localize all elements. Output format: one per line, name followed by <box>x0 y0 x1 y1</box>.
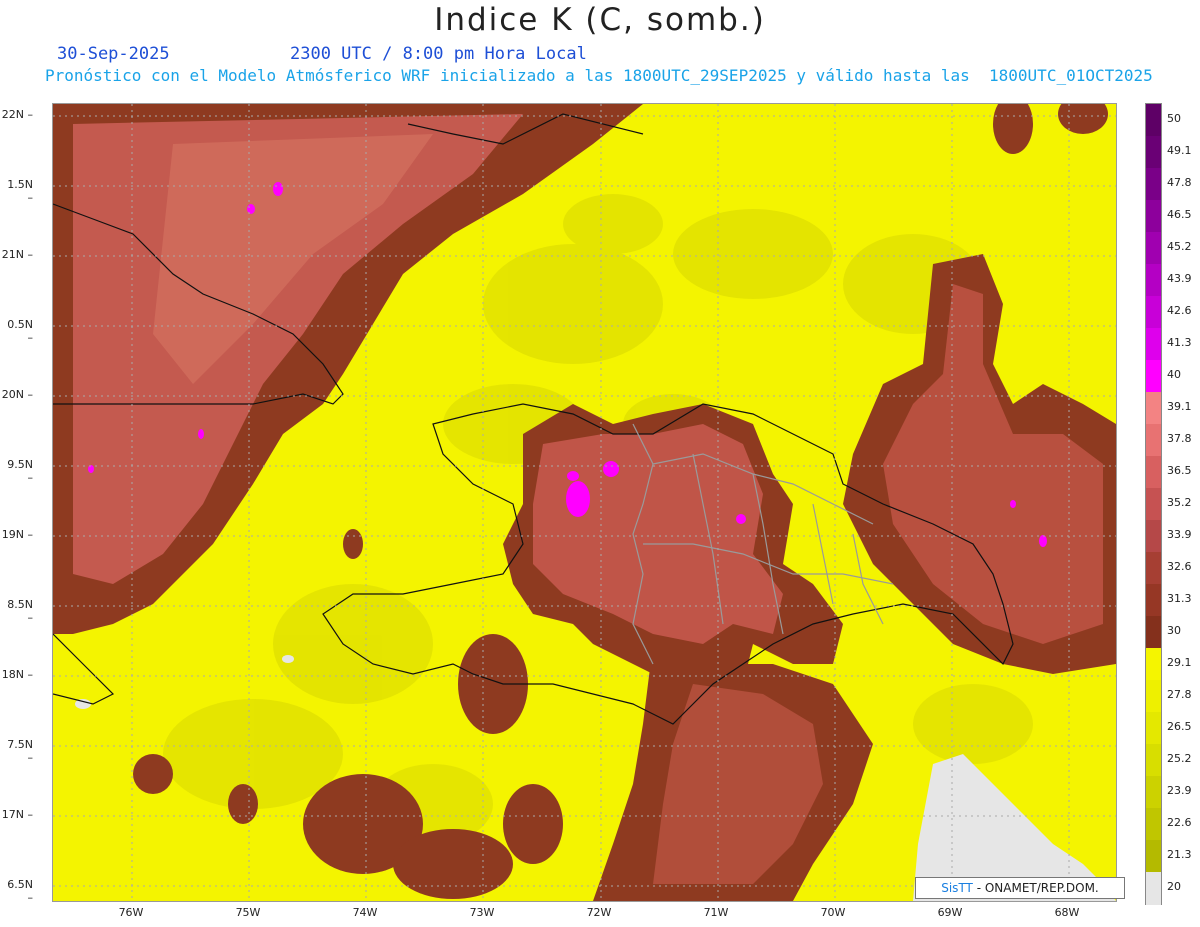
colorbar-segment <box>1146 776 1161 809</box>
latitude-label: 18N – <box>1 668 33 681</box>
colorbar-label: 47.8 <box>1167 176 1192 189</box>
colorbar-label: 37.8 <box>1167 432 1192 445</box>
colorbar-label: 49.1 <box>1167 144 1192 157</box>
colorbar-label: 26.5 <box>1167 720 1192 733</box>
colorbar-segment <box>1146 520 1161 553</box>
colorbar-segment <box>1146 104 1161 137</box>
colorbar-label: 40 <box>1167 368 1181 381</box>
colorbar-label: 35.2 <box>1167 496 1192 509</box>
colorbar-label: 29.1 <box>1167 656 1192 669</box>
colorbar-segment <box>1146 488 1161 521</box>
latitude-label: 21N – <box>1 248 33 261</box>
colorbar-label: 33.9 <box>1167 528 1192 541</box>
colorbar-segment <box>1146 712 1161 745</box>
colorbar-segment <box>1146 168 1161 201</box>
colorbar-label: 42.6 <box>1167 304 1192 317</box>
colorbar-segment <box>1146 680 1161 713</box>
latitude-label: 9.5N – <box>7 458 33 484</box>
latitude-label: 20N – <box>1 388 33 401</box>
longitude-label: 70W <box>820 906 846 919</box>
colorbar-segment <box>1146 584 1161 617</box>
longitude-label: 75W <box>235 906 261 919</box>
colorbar-label: 31.3 <box>1167 592 1192 605</box>
colorbar-label: 50 <box>1167 112 1181 125</box>
colorbar-label: 23.9 <box>1167 784 1192 797</box>
latitude-label: 6.5N – <box>7 878 33 904</box>
colorbar-segment <box>1146 424 1161 457</box>
longitude-label: 74W <box>352 906 378 919</box>
latitude-label: 0.5N – <box>7 318 33 344</box>
colorbar-segment <box>1146 264 1161 297</box>
colorbar-segment <box>1146 616 1161 649</box>
latitude-label: 17N – <box>1 808 33 821</box>
colorbar-segment <box>1146 648 1161 681</box>
colorbar-label: 43.9 <box>1167 272 1192 285</box>
colorbar <box>1145 103 1162 905</box>
longitude-label: 71W <box>703 906 729 919</box>
map-svg <box>53 104 1116 901</box>
colorbar-label: 27.8 <box>1167 688 1192 701</box>
latitude-label: 7.5N – <box>7 738 33 764</box>
colorbar-label: 22.6 <box>1167 816 1192 829</box>
colorbar-label: 25.2 <box>1167 752 1192 765</box>
forecast-description: Pronóstico con el Modelo Atmósferico WRF… <box>45 66 1153 85</box>
colorbar-label: 46.5 <box>1167 208 1192 221</box>
longitude-label: 72W <box>586 906 612 919</box>
colorbar-segment <box>1146 840 1161 873</box>
colorbar-label: 36.5 <box>1167 464 1192 477</box>
colorbar-label: 41.3 <box>1167 336 1192 349</box>
colorbar-segment <box>1146 392 1161 425</box>
longitude-label: 69W <box>937 906 963 919</box>
k-index-map <box>52 103 1117 902</box>
latitude-label: 1.5N – <box>7 178 33 204</box>
colorbar-segment <box>1146 200 1161 233</box>
colorbar-label: 39.1 <box>1167 400 1192 413</box>
latitude-label: 8.5N – <box>7 598 33 624</box>
colorbar-label: 20 <box>1167 880 1181 893</box>
colorbar-segment <box>1146 360 1161 393</box>
colorbar-segment <box>1146 232 1161 265</box>
forecast-date: 30-Sep-2025 <box>57 44 170 64</box>
colorbar-segment <box>1146 872 1161 905</box>
longitude-label: 73W <box>469 906 495 919</box>
longitude-label: 76W <box>118 906 144 919</box>
colorbar-label: 32.6 <box>1167 560 1192 573</box>
colorbar-segment <box>1146 328 1161 361</box>
colorbar-segment <box>1146 136 1161 169</box>
forecast-time: 2300 UTC / 8:00 pm Hora Local <box>290 44 587 64</box>
colorbar-label: 30 <box>1167 624 1181 637</box>
colorbar-segment <box>1146 744 1161 777</box>
credit-box: SisTT - ONAMET/REP.DOM. <box>915 877 1125 899</box>
colorbar-label: 45.2 <box>1167 240 1192 253</box>
colorbar-segment <box>1146 552 1161 585</box>
latitude-label: 19N – <box>1 528 33 541</box>
colorbar-label: 21.3 <box>1167 848 1192 861</box>
sistt-logo: SisTT <box>941 881 973 895</box>
map-title: Indice K (C, somb.) <box>434 2 766 38</box>
colorbar-segment <box>1146 808 1161 841</box>
latitude-label: 22N – <box>1 108 33 121</box>
credit-text: - ONAMET/REP.DOM. <box>972 881 1099 895</box>
colorbar-segment <box>1146 296 1161 329</box>
longitude-label: 68W <box>1054 906 1080 919</box>
colorbar-segment <box>1146 456 1161 489</box>
